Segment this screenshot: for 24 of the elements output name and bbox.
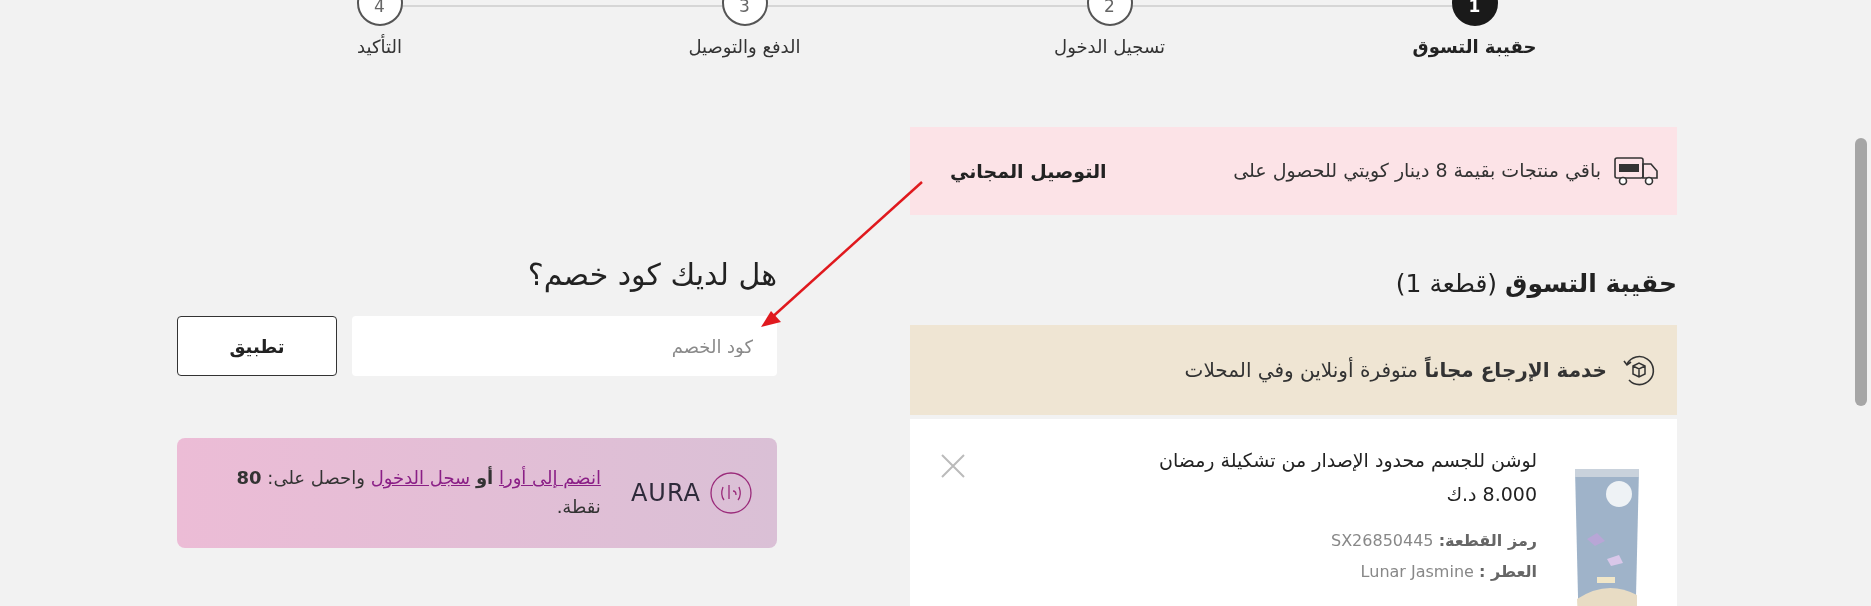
step-label: التأكيد <box>357 36 402 57</box>
free-delivery-highlight: التوصيل المجاني <box>950 160 1107 182</box>
close-icon[interactable] <box>940 453 966 479</box>
bag-heading: حقيبة التسوق (قطعة 1) <box>1394 268 1677 300</box>
aura-brand: AURA <box>630 479 701 507</box>
step-label: الدفع والتوصيل <box>688 36 801 57</box>
step-circle: 4 <box>356 0 403 26</box>
step-circle: 1 <box>1451 0 1498 26</box>
apply-button[interactable]: تطبيق <box>177 316 337 376</box>
login-link[interactable]: سجل الدخول <box>370 467 471 489</box>
join-aura-link[interactable]: انضم إلى أورا <box>498 467 601 489</box>
scrollbar-drawing[interactable] <box>1855 138 1867 406</box>
product-price: 8.000 د.ك <box>1445 483 1537 505</box>
step-circle: 2 <box>1086 0 1133 26</box>
discount-code-field[interactable]: كود الخصم <box>352 316 777 376</box>
aura-logo-icon <box>709 471 753 515</box>
step-label: تسجيل الدخول <box>1054 36 1165 57</box>
free-delivery-text: باقي منتجات بقيمة 8 دينار كويتي للحصول على <box>1232 159 1601 183</box>
step-label: حقيبة التسوق <box>1412 36 1537 57</box>
discount-title: هل لديك كود خصم؟ <box>526 257 777 292</box>
step-circle: 3 <box>721 0 768 26</box>
free-truck-icon <box>1613 154 1659 188</box>
returns-text: خدمة الإرجاع مجاناً متوفرة أونلاين وفي المحلات <box>1184 358 1607 382</box>
product-title: لوشن للجسم محدود الإصدار من تشكيلة رمضان <box>1157 449 1537 471</box>
